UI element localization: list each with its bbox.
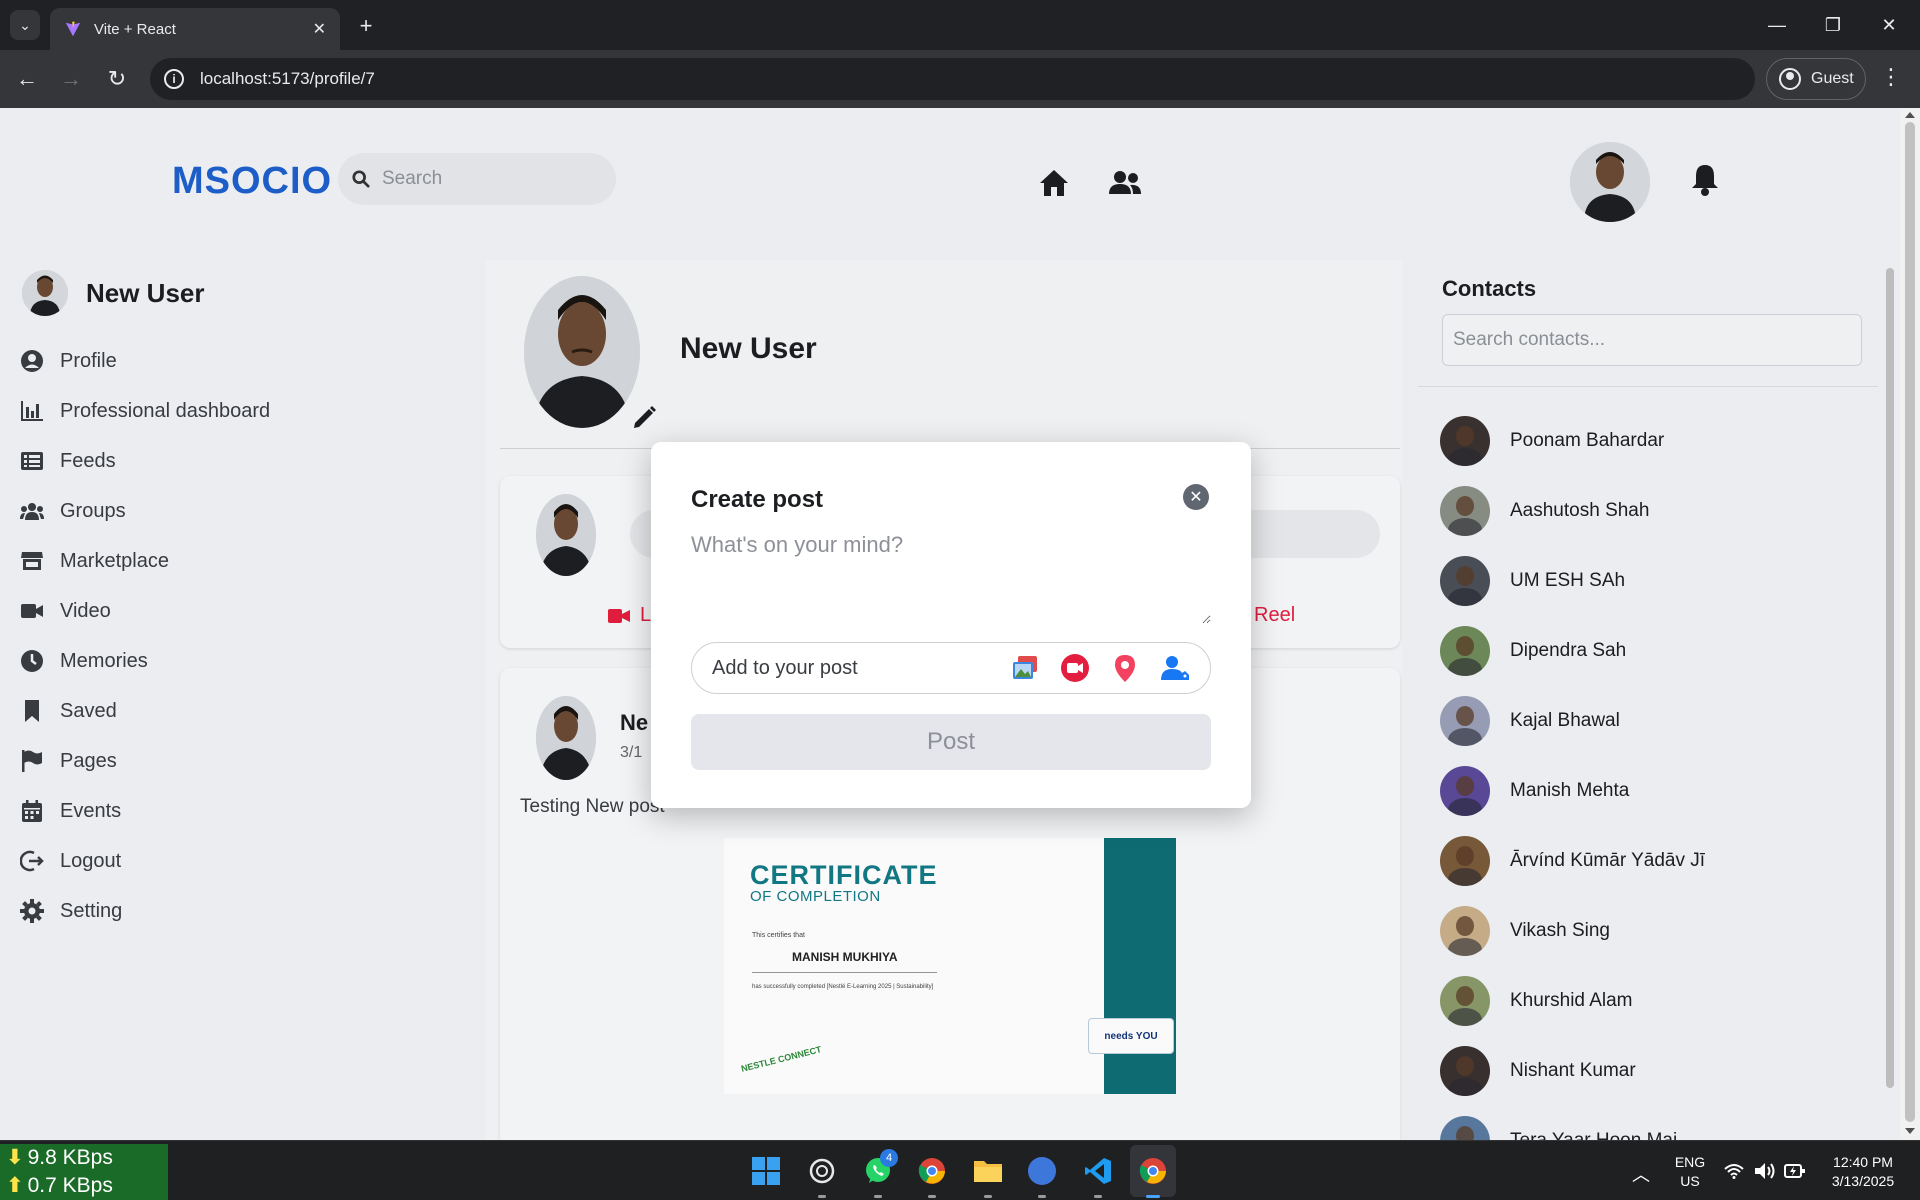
restore-button[interactable]: ❐ [1818, 10, 1848, 40]
running-indicator [1094, 1195, 1102, 1198]
address-bar[interactable]: i localhost:5173/profile/7 [150, 58, 1755, 100]
minimize-button[interactable]: — [1762, 10, 1792, 40]
page-scrollbar-thumb[interactable] [1905, 122, 1915, 1122]
language-code: ENG [1674, 1154, 1706, 1170]
canva-icon[interactable] [1024, 1153, 1060, 1189]
windows-start-icon[interactable] [748, 1153, 784, 1189]
language-indicator[interactable]: ENG US [1670, 1153, 1710, 1191]
window-close-button[interactable]: ✕ [1874, 10, 1904, 40]
browser-tab-bar: ⌄ Vite + React ✕ + — ❐ ✕ [0, 0, 1920, 50]
photo-icon[interactable] [1010, 653, 1040, 683]
battery-charging-icon[interactable] [1784, 1161, 1806, 1181]
browser-toolbar: ← → ↻ i localhost:5173/profile/7 Guest ⋮ [0, 50, 1920, 108]
close-icon[interactable]: ✕ [1183, 484, 1209, 510]
create-post-modal: Create post ✕ Add to your post Post [651, 442, 1251, 808]
clock-date: 3/13/2025 [1831, 1173, 1895, 1189]
chrome-icon[interactable] [1135, 1153, 1171, 1189]
running-indicator [818, 1195, 826, 1198]
post-button[interactable]: Post [691, 714, 1211, 770]
region-code: US [1680, 1173, 1700, 1189]
network-speed-widget: ⬇ 9.8 KBps ⬆ 0.7 KBps [0, 1144, 168, 1200]
video-camera-icon[interactable] [1060, 653, 1090, 683]
tray-chevron-up-icon[interactable]: ︿ [1632, 1161, 1650, 1187]
forward-button[interactable]: → [56, 64, 86, 94]
clock[interactable]: 12:40 PM 3/13/2025 [1816, 1153, 1910, 1191]
upload-arrow-icon: ⬆ [6, 1174, 24, 1197]
page-scrollbar[interactable] [1900, 108, 1920, 1140]
browser-menu-icon[interactable]: ⋮ [1880, 64, 1902, 90]
add-to-post-bar: Add to your post [691, 642, 1211, 694]
browser-tab-active[interactable]: Vite + React ✕ [50, 8, 340, 50]
new-tab-button[interactable]: + [352, 12, 380, 40]
tab-close-icon[interactable]: ✕ [313, 19, 326, 39]
download-arrow-icon: ⬇ [6, 1146, 24, 1169]
running-indicator [984, 1195, 992, 1198]
tab-title: Vite + React [94, 20, 176, 38]
site-info-icon[interactable]: i [164, 69, 184, 89]
whatsapp-badge: 4 [880, 1149, 898, 1167]
download-speed: 9.8 KBps [27, 1146, 113, 1169]
clock-time: 12:40 PM [1833, 1154, 1893, 1170]
scroll-down-arrow[interactable] [1905, 1128, 1915, 1134]
running-indicator [928, 1195, 936, 1198]
scroll-up-arrow[interactable] [1905, 112, 1915, 118]
back-button[interactable]: ← [12, 64, 42, 94]
running-indicator [874, 1195, 882, 1198]
modal-title: Create post [691, 486, 824, 513]
tag-people-icon[interactable] [1160, 653, 1190, 683]
running-indicator [1038, 1195, 1046, 1198]
upload-speed: 0.7 KBps [27, 1174, 113, 1197]
wifi-icon[interactable] [1724, 1163, 1744, 1179]
add-to-post-label: Add to your post [712, 656, 858, 679]
guest-profile-icon [1779, 68, 1801, 90]
reload-button[interactable]: ↻ [102, 64, 132, 94]
vite-logo-icon [65, 21, 81, 37]
volume-icon[interactable] [1754, 1162, 1776, 1180]
post-text-input[interactable] [691, 532, 1211, 624]
file-explorer-icon[interactable] [970, 1153, 1006, 1189]
windows-taskbar: ⬇ 9.8 KBps ⬆ 0.7 KBps 4 ︿ ENG US 12:40 PM … [0, 1140, 1920, 1200]
vscode-icon[interactable] [1080, 1153, 1116, 1189]
guest-label: Guest [1811, 70, 1854, 87]
url-text: localhost:5173/profile/7 [200, 69, 375, 88]
chrome-profile-icon[interactable] [914, 1153, 950, 1189]
active-indicator [1146, 1195, 1160, 1198]
chatgpt-icon[interactable] [804, 1153, 840, 1189]
profile-guest-button[interactable]: Guest [1766, 58, 1866, 100]
location-pin-icon[interactable] [1110, 653, 1140, 683]
tab-search-button[interactable]: ⌄ [10, 10, 40, 40]
